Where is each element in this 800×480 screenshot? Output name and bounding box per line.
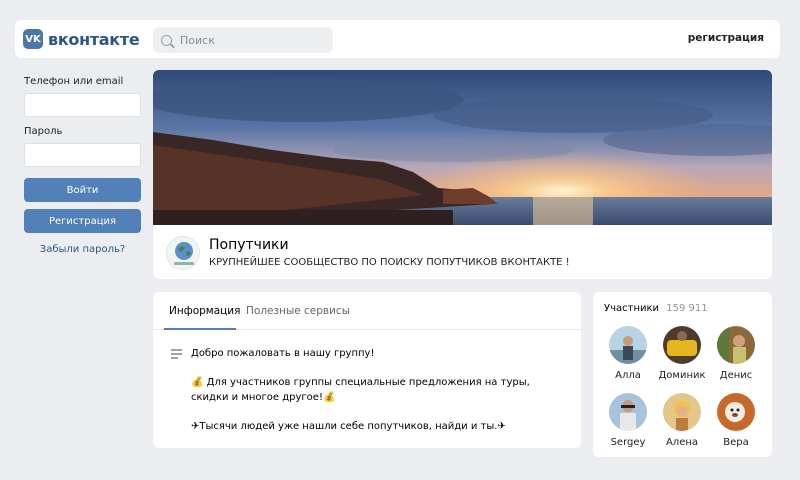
tab-information[interactable]: Информация xyxy=(169,305,240,317)
avatar xyxy=(609,393,647,431)
avatar xyxy=(717,393,755,431)
logo-text: вконтакте xyxy=(48,29,140,49)
members-header[interactable]: Участники 159 911 xyxy=(604,303,708,314)
vk-logo[interactable]: VK вконтакте xyxy=(23,29,140,49)
group-status: КРУПНЕЙШЕЕ СООБЩЕСТВО ПО ПОИСКУ ПОПУТЧИК… xyxy=(209,257,570,268)
password-field[interactable] xyxy=(24,143,141,167)
member-item[interactable]: Денис xyxy=(708,326,764,381)
avatar xyxy=(609,326,647,364)
tab-useful-services[interactable]: Полезные сервисы xyxy=(246,305,350,317)
group-cover-card: Попутчики КРУПНЕЙШЕЕ СООБЩЕСТВО ПО ПОИСК… xyxy=(153,70,772,279)
forgot-password-link[interactable]: Забыли пароль? xyxy=(24,244,141,255)
globe-icon xyxy=(174,242,194,265)
register-button[interactable]: Регистрация xyxy=(24,209,141,233)
member-name: Sergey xyxy=(610,437,646,448)
top-header: VK вконтакте Поиск регистрация xyxy=(15,20,780,58)
login-form: Телефон или email Пароль Войти Регистрац… xyxy=(24,76,141,255)
group-info-card: Информация Полезные сервисы Добро пожало… xyxy=(153,292,581,448)
members-title: Участники xyxy=(604,303,660,314)
description-icon xyxy=(171,349,182,362)
group-name: Попутчики xyxy=(209,237,289,253)
group-description: Добро пожаловать в нашу группу! 💰 Для уч… xyxy=(191,346,561,448)
member-item[interactable]: Алена xyxy=(654,393,710,448)
member-name: Денис xyxy=(719,370,753,381)
cover-image xyxy=(153,70,772,225)
phone-label: Телефон или email xyxy=(24,76,124,87)
phone-email-field[interactable] xyxy=(24,93,141,117)
member-name: Вера xyxy=(723,437,749,448)
member-name: Алла xyxy=(615,370,641,381)
active-tab-indicator xyxy=(164,328,236,330)
search-placeholder: Поиск xyxy=(180,33,215,47)
description-line: Добро пожаловать в нашу группу! xyxy=(191,348,375,359)
description-line: 💰 Для участников группы специальные пред… xyxy=(191,377,530,403)
member-item[interactable]: Вера xyxy=(708,393,764,448)
avatar xyxy=(663,326,701,364)
member-item[interactable]: Доминик xyxy=(654,326,710,381)
avatar xyxy=(663,393,701,431)
search-input[interactable]: Поиск xyxy=(153,27,333,53)
group-avatar[interactable] xyxy=(166,236,200,270)
info-tabs: Информация Полезные сервисы xyxy=(153,292,581,330)
members-count: 159 911 xyxy=(666,303,708,314)
member-item[interactable]: Алла xyxy=(600,326,656,381)
member-name: Доминик xyxy=(658,370,706,381)
members-card: Участники 159 911 Алла Доминик Денис Ser… xyxy=(593,292,772,457)
avatar xyxy=(717,326,755,364)
register-link[interactable]: регистрация xyxy=(688,32,764,44)
description-line: ✈Тысячи людей уже нашли себе попутчиков,… xyxy=(191,421,506,432)
login-button[interactable]: Войти xyxy=(24,178,141,202)
member-name: Алена xyxy=(665,437,699,448)
search-icon xyxy=(161,34,172,46)
vk-logo-icon: VK xyxy=(23,29,43,49)
password-label: Пароль xyxy=(24,126,63,137)
member-item[interactable]: Sergey xyxy=(600,393,656,448)
